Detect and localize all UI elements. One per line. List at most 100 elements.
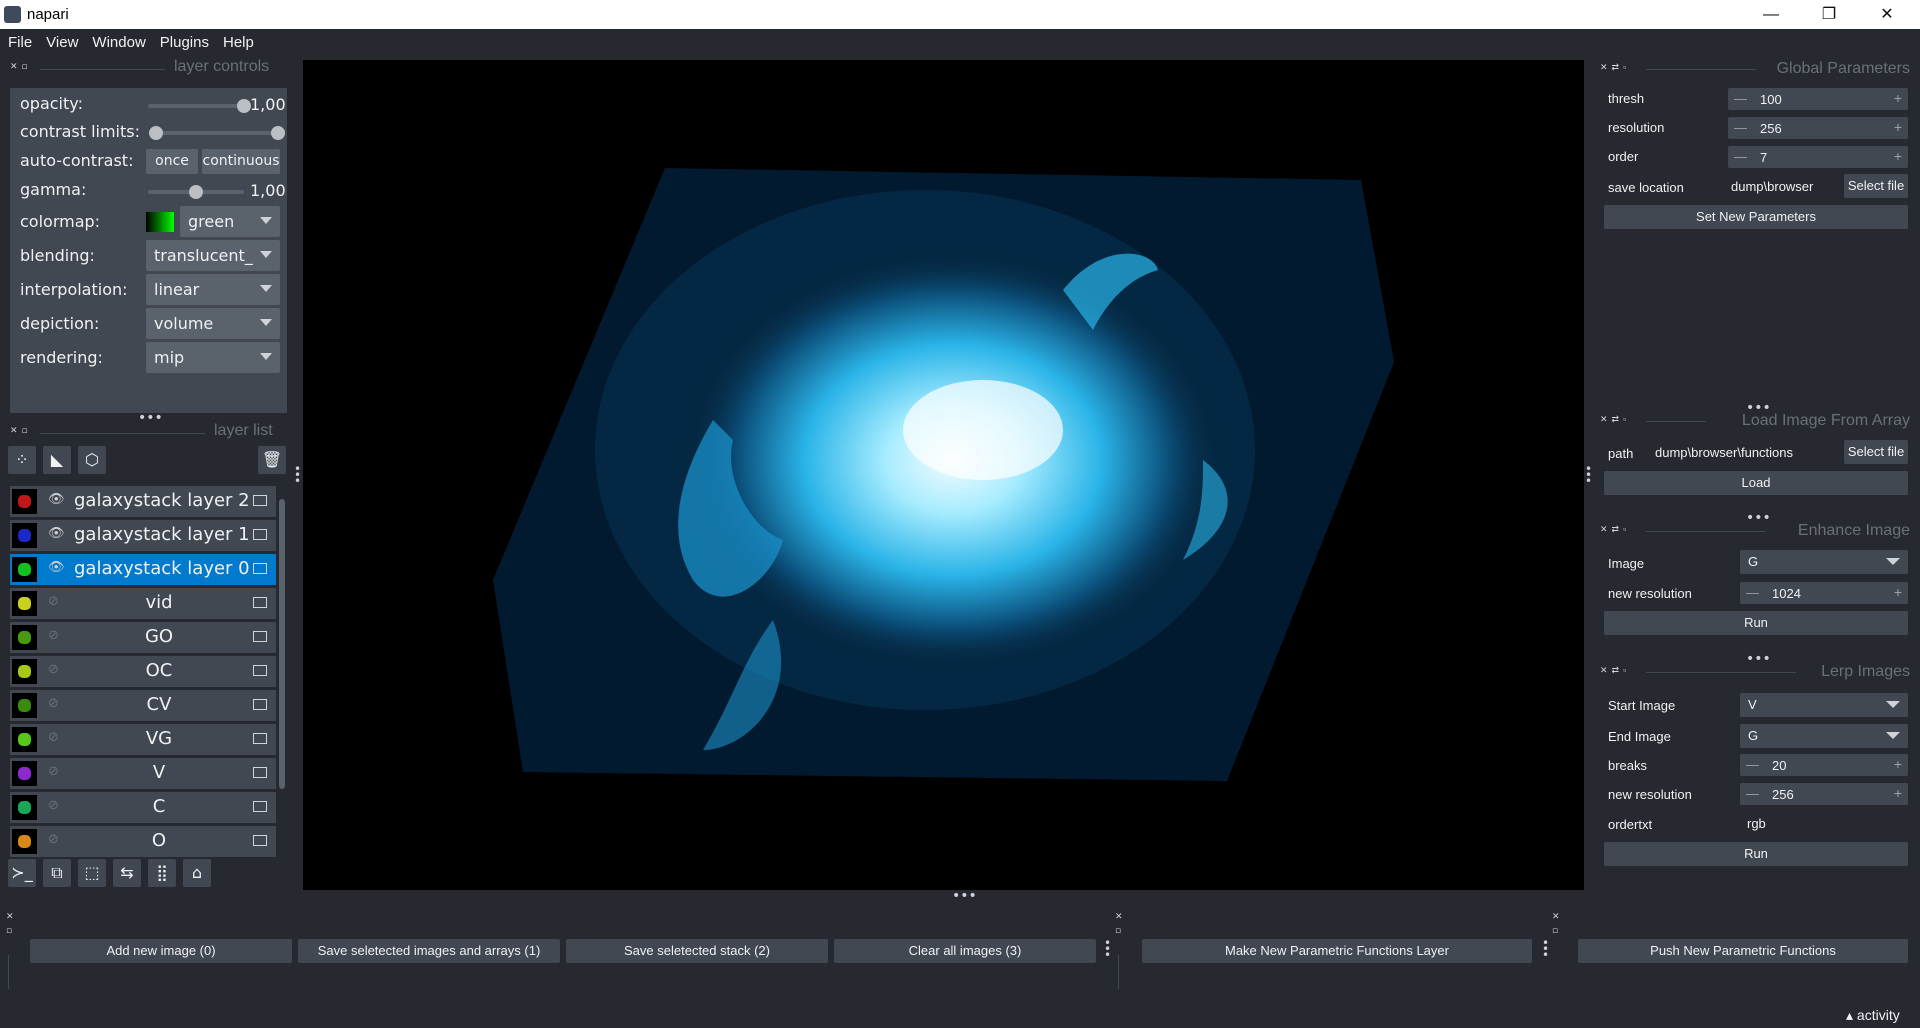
layer-name[interactable]: galaxystack layer 2 [74, 490, 250, 511]
splitter-handle-icon[interactable]: ••• [1542, 937, 1549, 961]
lerp-resolution-spinbox[interactable]: — 256 + [1740, 783, 1908, 805]
plus-icon[interactable]: + [1894, 785, 1902, 801]
end-image-select[interactable]: G [1740, 724, 1908, 748]
eye-hidden-icon[interactable]: ⊘ [48, 764, 59, 779]
dock-float-icons[interactable]: ✕⇄▫ [1600, 524, 1630, 535]
make-parametric-layer-button[interactable]: Make New Parametric Functions Layer [1142, 939, 1532, 963]
set-new-parameters-button[interactable]: Set New Parameters [1604, 205, 1908, 229]
dock-float-icons[interactable]: ✕▫ [6, 910, 16, 938]
minus-icon[interactable]: — [1746, 786, 1759, 801]
rendering-select[interactable]: mip [146, 342, 280, 373]
grid-view-button[interactable]: ⣿ [148, 859, 176, 887]
maximize-button[interactable]: ❐ [1806, 0, 1852, 29]
save-selected-stack-button[interactable]: Save seletected stack (2) [566, 939, 828, 963]
layer-name[interactable]: V [74, 762, 244, 783]
menu-view[interactable]: View [40, 29, 84, 57]
minus-icon[interactable]: — [1746, 585, 1759, 600]
start-image-select[interactable]: V [1740, 693, 1908, 717]
layer-name[interactable]: C [74, 796, 244, 817]
eye-hidden-icon[interactable]: ⊘ [48, 696, 59, 711]
path-field[interactable]: dump\browser\functions [1648, 440, 1834, 464]
dock-float-icons[interactable]: ✕⇄▫ [1600, 62, 1630, 73]
clear-all-images-button[interactable]: Clear all images (3) [834, 939, 1096, 963]
layer-row[interactable]: ⊘ GO [10, 622, 276, 653]
minus-icon[interactable]: — [1734, 120, 1747, 135]
eye-hidden-icon[interactable]: ⊘ [48, 730, 59, 745]
dock-float-icons[interactable]: ✕⇄▫ [1600, 414, 1630, 425]
layer-row[interactable]: 👁 galaxystack layer 1 [10, 520, 276, 551]
eye-hidden-icon[interactable]: ⊘ [48, 662, 59, 677]
ndisplay-button[interactable]: ⧉ [43, 859, 71, 887]
splitter-handle-icon[interactable]: ••• [952, 888, 977, 904]
path-select-file-button[interactable]: Select file [1844, 440, 1908, 464]
contrast-max-handle[interactable] [271, 126, 285, 140]
layer-name[interactable]: vid [74, 592, 244, 613]
layer-row[interactable]: 👁 galaxystack layer 2 [10, 486, 276, 517]
activity-button[interactable]: ▴ activity [1846, 1007, 1900, 1024]
eye-hidden-icon[interactable]: ⊘ [48, 628, 59, 643]
layer-row[interactable]: ⊘ vid [10, 588, 276, 619]
menu-file[interactable]: File [2, 29, 38, 57]
transpose-dims-button[interactable]: ⇆ [113, 859, 141, 887]
load-button[interactable]: Load [1604, 471, 1908, 495]
image-select[interactable]: G [1740, 550, 1908, 574]
splitter-handle-icon[interactable]: ••• [1104, 937, 1111, 961]
plus-icon[interactable]: + [1894, 90, 1902, 106]
enhance-resolution-spinbox[interactable]: — 1024 + [1740, 582, 1908, 604]
save-location-select-file-button[interactable]: Select file [1844, 174, 1908, 198]
breaks-spinbox[interactable]: — 20 + [1740, 754, 1908, 776]
layer-name[interactable]: O [74, 830, 244, 851]
viewer-canvas[interactable] [303, 60, 1584, 890]
colormap-select[interactable]: green [180, 206, 280, 237]
eye-icon[interactable]: 👁 [48, 492, 65, 507]
splitter-handle-icon[interactable]: ••• [1585, 463, 1592, 487]
layer-list-scrollbar[interactable] [279, 487, 285, 848]
delete-layer-button[interactable]: 🗑 [258, 446, 286, 474]
eye-icon[interactable]: 👁 [48, 526, 65, 541]
console-button[interactable]: ≻_ [8, 859, 36, 887]
layer-name[interactable]: galaxystack layer 0 [74, 558, 250, 579]
scrollbar-thumb[interactable] [279, 499, 285, 789]
menu-window[interactable]: Window [86, 29, 151, 57]
layer-row[interactable]: 👁 galaxystack layer 0 [10, 554, 276, 585]
layer-row[interactable]: ⊘ C [10, 792, 276, 823]
opacity-slider-handle[interactable] [237, 99, 251, 113]
plus-icon[interactable]: + [1894, 119, 1902, 135]
layer-name[interactable]: VG [74, 728, 244, 749]
lerp-run-button[interactable]: Run [1604, 842, 1908, 866]
resolution-spinbox[interactable]: — 256 + [1728, 117, 1908, 139]
home-button[interactable]: ⌂ [183, 859, 211, 887]
minus-icon[interactable]: — [1734, 91, 1747, 106]
dock-float-icons[interactable]: ✕▫ [1552, 910, 1562, 938]
dock-float-icons[interactable]: ✕▫ [1115, 910, 1125, 938]
add-new-image-button[interactable]: Add new image (0) [30, 939, 292, 963]
dock-float-icons[interactable]: ✕▫ [10, 62, 32, 72]
blending-select[interactable]: translucent_ [146, 240, 280, 271]
save-selected-images-button[interactable]: Save seletected images and arrays (1) [298, 939, 560, 963]
layer-name[interactable]: CV [74, 694, 244, 715]
contrast-min-handle[interactable] [149, 126, 163, 140]
layer-name[interactable]: galaxystack layer 1 [74, 524, 250, 545]
eye-hidden-icon[interactable]: ⊘ [48, 798, 59, 813]
thresh-spinbox[interactable]: — 100 + [1728, 88, 1908, 110]
layer-name[interactable]: GO [74, 626, 244, 647]
layer-row[interactable]: ⊘ CV [10, 690, 276, 721]
gamma-slider-handle[interactable] [189, 185, 203, 199]
opacity-slider[interactable] [148, 99, 251, 113]
layer-name[interactable]: OC [74, 660, 244, 681]
minus-icon[interactable]: — [1746, 757, 1759, 772]
eye-icon[interactable]: 👁 [48, 560, 65, 575]
layer-row[interactable]: ⊘ OC [10, 656, 276, 687]
plus-icon[interactable]: + [1894, 584, 1902, 600]
minus-icon[interactable]: — [1734, 149, 1747, 164]
layer-row[interactable]: ⊘ O [10, 826, 276, 857]
splitter-handle-icon[interactable]: ••• [138, 410, 163, 426]
roll-dims-button[interactable]: ⬚ [78, 859, 106, 887]
gamma-slider[interactable] [148, 185, 244, 199]
contrast-limits-slider[interactable] [149, 126, 285, 140]
eye-hidden-icon[interactable]: ⊘ [48, 594, 59, 609]
push-parametric-functions-button[interactable]: Push New Parametric Functions [1578, 939, 1908, 963]
interpolation-select[interactable]: linear [146, 274, 280, 305]
new-labels-layer-button[interactable]: ⬡ [78, 446, 106, 474]
menu-help[interactable]: Help [217, 29, 260, 57]
